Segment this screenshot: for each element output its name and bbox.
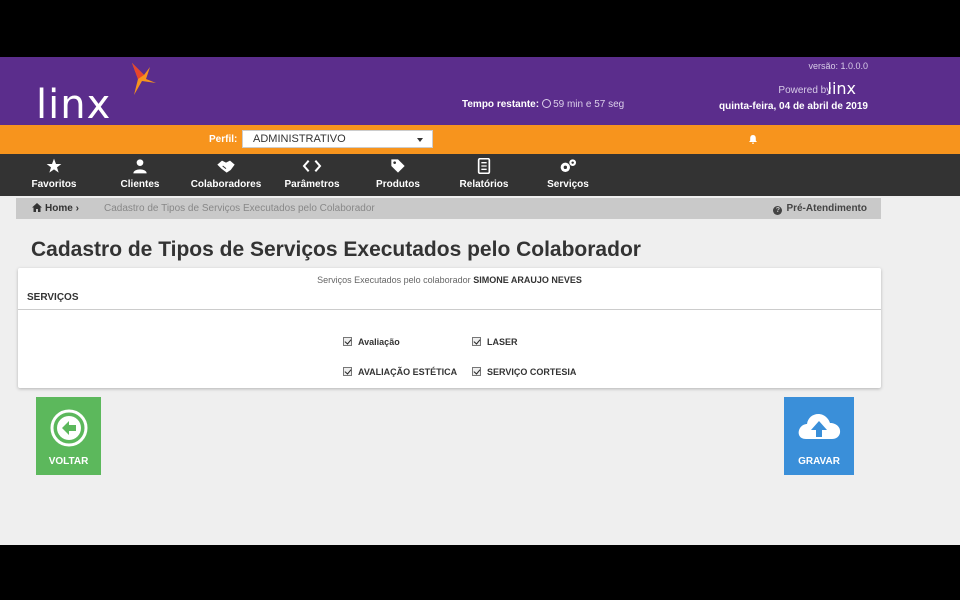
gravar-label: GRAVAR <box>798 456 840 467</box>
collaborator-name: SIMONE ARAUJO NEVES <box>473 275 582 285</box>
nav-label-relatorios: Relatórios <box>459 179 509 190</box>
timer-value: 59 min e 57 seg <box>553 99 625 110</box>
checkbox-box[interactable] <box>343 337 352 346</box>
pre-atendimento-link[interactable]: ? Pré-Atendimento <box>773 203 867 215</box>
panel-header: Serviços Executados pelo colaborador SIM… <box>18 268 881 310</box>
gravar-button[interactable]: GRAVAR <box>784 397 854 475</box>
checkbox-label: AVALIAÇÃO ESTÉTICA <box>358 367 458 377</box>
main-nav: Favoritos Clientes Colaboradores Parâmet… <box>0 154 960 196</box>
nav-label-produtos: Produtos <box>376 179 420 190</box>
section-label: SERVIÇOS <box>27 292 79 303</box>
app-window: linx Tempo restante: 59 min e 57 seg vers… <box>0 57 960 545</box>
checkbox-box[interactable] <box>472 367 481 376</box>
checkbox-box[interactable] <box>472 337 481 346</box>
linx-logo[interactable]: linx <box>36 61 176 128</box>
perfil-label: Perfil: <box>209 134 238 145</box>
chevron-down-icon <box>417 138 423 142</box>
checkbox-label: LASER <box>487 337 518 347</box>
clock-icon <box>542 99 552 108</box>
bell-icon[interactable] <box>749 135 757 144</box>
panel-subtitle: Serviços Executados pelo colaborador SIM… <box>18 275 881 285</box>
top-header: linx Tempo restante: 59 min e 57 seg vers… <box>0 57 960 128</box>
breadcrumb: Home › Cadastro de Tipos de Serviços Exe… <box>16 198 881 219</box>
pre-atendimento-label: Pré-Atendimento <box>786 203 867 214</box>
tag-icon <box>391 159 405 173</box>
help-icon: ? <box>773 206 783 215</box>
nav-item-clientes[interactable]: Clientes <box>95 158 185 190</box>
logo-mark-icon <box>132 63 156 95</box>
breadcrumb-home[interactable]: Home › <box>32 203 79 214</box>
nav-label-servicos: Serviços <box>547 179 589 190</box>
nav-item-colaboradores[interactable]: Colaboradores <box>181 158 271 190</box>
home-icon <box>32 203 42 212</box>
star-icon <box>46 158 62 173</box>
current-date: quinta-feira, 04 de abril de 2019 <box>719 101 868 112</box>
checkbox-avaliacao-estetica[interactable]: AVALIAÇÃO ESTÉTICA <box>343 367 457 377</box>
breadcrumb-separator: › <box>75 203 79 214</box>
back-arrow-icon <box>50 409 87 447</box>
profile-bar: Perfil: ADMINISTRATIVO <box>0 125 960 154</box>
perfil-select[interactable]: ADMINISTRATIVO <box>242 130 433 148</box>
nav-label-clientes: Clientes <box>120 179 160 190</box>
services-panel: Serviços Executados pelo colaborador SIM… <box>18 268 881 388</box>
nav-item-servicos[interactable]: Serviços <box>523 158 613 190</box>
report-icon <box>477 158 491 174</box>
breadcrumb-home-label: Home <box>45 203 73 214</box>
nav-label-colaboradores: Colaboradores <box>190 179 262 190</box>
handshake-icon <box>217 160 235 173</box>
nav-item-favoritos[interactable]: Favoritos <box>9 158 99 190</box>
nav-label-favoritos: Favoritos <box>31 179 77 190</box>
powered-logo: linx <box>827 79 857 98</box>
checkbox-servico-cortesia[interactable]: SERVIÇO CORTESIA <box>472 367 576 377</box>
checkbox-label: SERVIÇO CORTESIA <box>487 367 577 377</box>
powered-by-label: Powered by <box>778 85 832 96</box>
nav-item-relatorios[interactable]: Relatórios <box>439 158 529 190</box>
breadcrumb-current: Cadastro de Tipos de Serviços Executados… <box>104 203 375 214</box>
panel-subtitle-prefix: Serviços Executados pelo colaborador <box>317 275 471 285</box>
nav-item-parametros[interactable]: Parâmetros <box>267 158 357 190</box>
voltar-label: VOLTAR <box>48 456 89 467</box>
nav-label-parametros: Parâmetros <box>284 179 340 190</box>
page-title: Cadastro de Tipos de Serviços Executados… <box>31 238 641 261</box>
checkbox-laser[interactable]: LASER <box>472 337 518 347</box>
timer-label: Tempo restante: <box>462 99 540 110</box>
checkbox-box[interactable] <box>343 367 352 376</box>
session-timer: Tempo restante: 59 min e 57 seg <box>462 99 624 110</box>
perfil-value: ADMINISTRATIVO <box>253 133 346 145</box>
gears-icon <box>560 159 576 172</box>
checkbox-label: Avaliação <box>358 337 400 347</box>
checkbox-avaliacao[interactable]: Avaliação <box>343 337 400 347</box>
code-icon <box>302 160 322 172</box>
voltar-button[interactable]: VOLTAR <box>36 397 101 475</box>
version-text: versão: 1.0.0.0 <box>808 61 868 71</box>
nav-item-produtos[interactable]: Produtos <box>353 158 443 190</box>
logo-text: linx <box>36 82 112 128</box>
user-icon <box>133 159 147 174</box>
cloud-upload-icon <box>798 414 841 439</box>
